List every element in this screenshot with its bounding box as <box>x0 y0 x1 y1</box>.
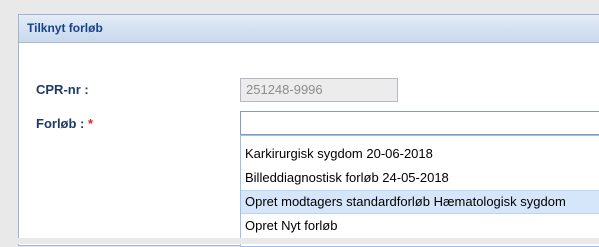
forlob-label: Forløb : * <box>36 116 93 131</box>
dropdown-item-opret-standardforlob[interactable]: Opret modtagers standardforløb Hæmatolog… <box>241 190 599 214</box>
dropdown-item-billeddiagnostisk[interactable]: Billeddiagnostisk forløb 24-05-2018 <box>241 166 599 190</box>
cpr-field: 251248-9996 <box>240 78 398 102</box>
dialog-header: Tilknyt forløb <box>19 15 599 43</box>
required-mark: * <box>88 116 94 131</box>
dropdown-item-opret-nyt-forlob[interactable]: Opret Nyt forløb <box>241 214 599 238</box>
tilknyt-forlob-dialog: Tilknyt forløb CPR-nr : 251248-9996 Forl… <box>18 14 599 247</box>
cpr-label-text: CPR-nr : <box>36 82 89 97</box>
forlob-label-text: Forløb : <box>36 116 85 131</box>
bottom-strip <box>0 238 599 244</box>
forlob-dropdown-list: Karkirurgisk sygdom 20-06-2018 Billeddia… <box>240 135 599 247</box>
dropdown-item-karkirurgisk[interactable]: Karkirurgisk sygdom 20-06-2018 <box>241 142 599 166</box>
forlob-combobox-input[interactable] <box>240 111 599 135</box>
top-strip <box>0 0 599 14</box>
dialog-title: Tilknyt forløb <box>27 21 103 35</box>
cpr-label: CPR-nr : <box>36 82 89 97</box>
